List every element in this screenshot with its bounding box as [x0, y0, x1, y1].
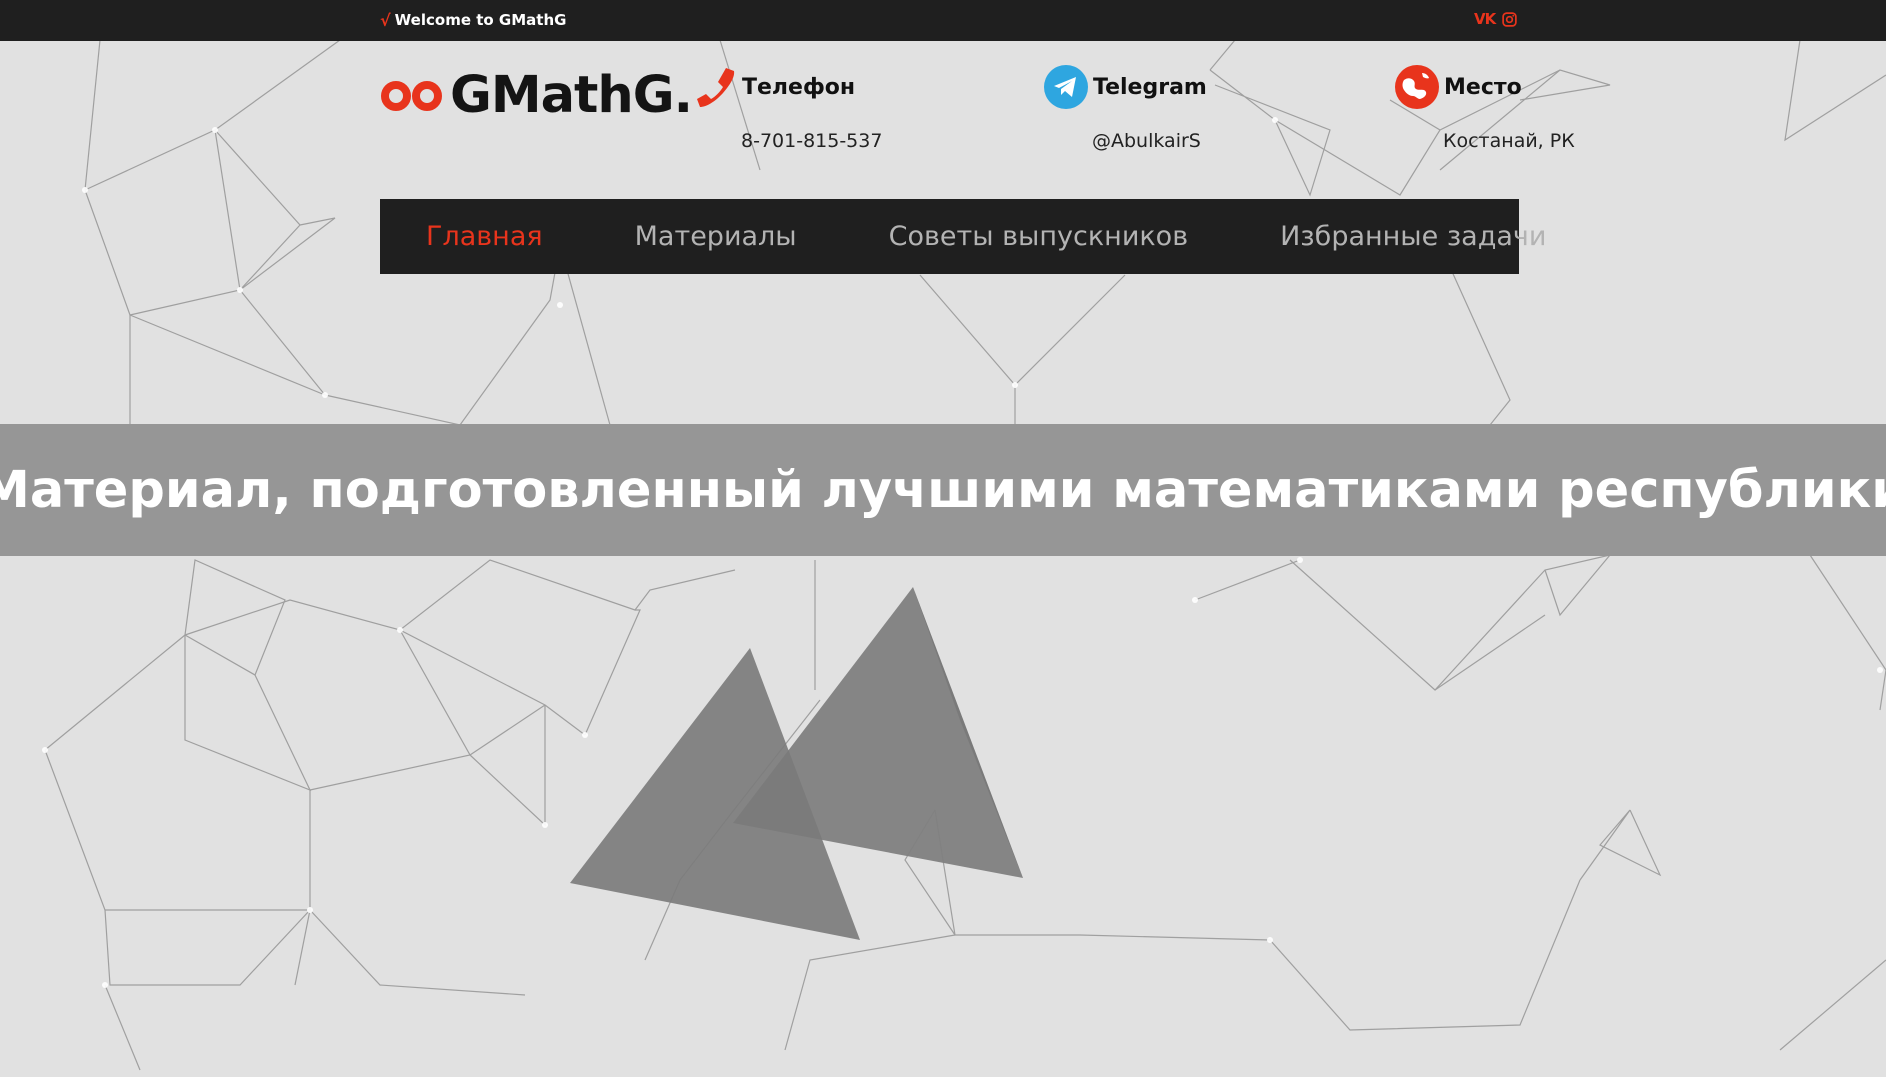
contact-location-value: Костанай, РК	[1443, 130, 1575, 152]
triangles-illustration	[570, 587, 1023, 940]
contact-telegram-value[interactable]: @AbulkairS	[1092, 130, 1201, 152]
vk-icon[interactable]: VK	[1474, 10, 1496, 28]
welcome-message: √ Welcome to GMathG	[380, 9, 566, 31]
nav-item-materials[interactable]: Материалы	[589, 221, 843, 252]
instagram-icon[interactable]	[1501, 11, 1518, 28]
site-logo[interactable]: GMathG.	[380, 66, 693, 125]
contact-phone: Телефон 8-701-815-537	[692, 64, 882, 152]
contact-telegram: Telegram @AbulkairS	[1043, 64, 1207, 152]
nav-item-selected-problems[interactable]: Избранные задачи	[1234, 221, 1592, 252]
telegram-icon	[1044, 65, 1088, 109]
contact-phone-value[interactable]: 8-701-815-537	[741, 130, 882, 152]
contact-location-title: Место	[1444, 74, 1522, 100]
main-nav: Главная Материалы Советы выпускников Изб…	[380, 199, 1546, 274]
contact-telegram-title: Telegram	[1093, 74, 1207, 100]
social-links: VK	[1474, 10, 1518, 28]
top-bar: √ Welcome to GMathG VK	[0, 0, 1886, 41]
hero-banner: Материал, подготовленный лучшими математ…	[0, 424, 1886, 556]
phone-icon	[697, 68, 735, 107]
contact-location: Место Костанай, РК	[1394, 64, 1575, 152]
sqrt-icon: √	[380, 10, 391, 30]
nav-item-home[interactable]: Главная	[380, 221, 589, 252]
globe-icon	[1395, 65, 1439, 109]
welcome-text: Welcome to GMathG	[394, 11, 567, 29]
contact-phone-title: Телефон	[742, 74, 856, 100]
banner-text: Материал, подготовленный лучшими математ…	[0, 460, 1886, 520]
logo-text: GMathG.	[450, 66, 693, 125]
nav-item-graduate-tips[interactable]: Советы выпускников	[843, 221, 1234, 252]
infinity-icon	[381, 80, 442, 111]
